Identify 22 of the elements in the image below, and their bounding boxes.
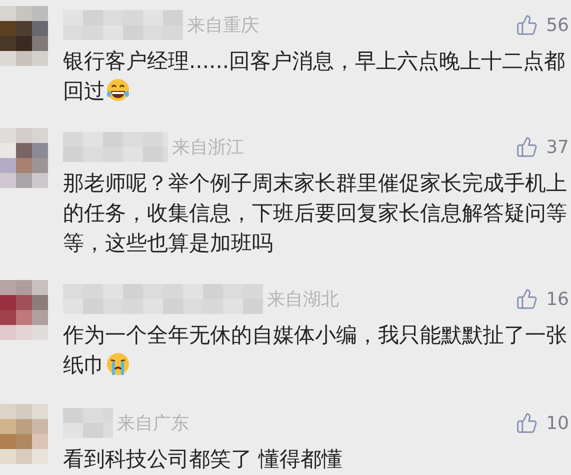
comment-text: 那老师呢？举个例子周末家长群里催促家长完成手机上的任务，收集信息，下班后要回复家长信息解答疑问等等，这些也算是加班吗 xyxy=(63,170,568,257)
location-label: 来自重庆 xyxy=(187,14,259,37)
like-count: 10 xyxy=(546,412,569,434)
like-count: 56 xyxy=(546,14,569,36)
location-label: 来自广东 xyxy=(117,412,189,435)
crying-emoji-icon xyxy=(105,351,131,377)
thumbs-up-icon[interactable] xyxy=(516,288,538,310)
thumbs-up-icon[interactable] xyxy=(516,136,538,158)
location-label: 来自湖北 xyxy=(267,288,339,311)
comment-text: 看到科技公司都笑了 懂得都懂 xyxy=(63,446,344,473)
like-count: 16 xyxy=(546,288,569,310)
thumbs-up-icon[interactable] xyxy=(516,412,538,434)
comment-text: 银行客户经理......回客户消息，早上六点晚上十二点都回过 xyxy=(63,48,566,105)
location-label: 来自浙江 xyxy=(172,136,244,159)
laughing-emoji-icon xyxy=(105,77,131,103)
like-count: 37 xyxy=(546,136,569,158)
avatar xyxy=(0,404,48,464)
thumbs-up-icon[interactable] xyxy=(516,14,538,36)
blurred-username xyxy=(63,408,113,438)
avatar xyxy=(0,6,48,66)
comment-text: 作为一个全年无休的自媒体小编，我只能默默扯了一张纸巾 xyxy=(63,322,568,379)
avatar xyxy=(0,280,48,340)
